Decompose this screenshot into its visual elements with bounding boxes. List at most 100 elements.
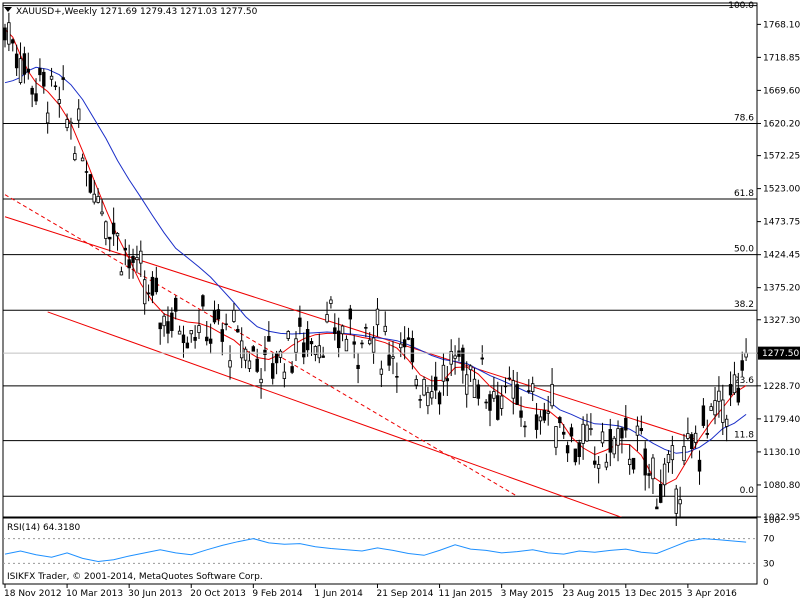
fib-level-label: 0.0: [740, 486, 755, 496]
candle-body: [740, 360, 744, 371]
candle-body: [631, 457, 636, 470]
candle-body: [430, 391, 434, 399]
candle-body: [174, 297, 178, 312]
candle-body: [596, 464, 601, 469]
candle-body: [371, 337, 376, 353]
candle-body: [185, 342, 190, 349]
fib-level-label: 38.2: [734, 300, 754, 310]
time-tick-label: 1 Jun 2014: [314, 589, 363, 599]
chart-canvas: 100.0 78.6 61.8 50.0 38.2 23.6 11.8 0.0 XAUUSD+…: [0, 0, 800, 600]
candle-body: [457, 350, 461, 357]
candle-body: [736, 387, 741, 403]
candle-body: [181, 334, 186, 344]
fib-level-label: 23.6: [734, 376, 754, 386]
candle-body: [468, 365, 473, 371]
time-tick-label: 3 Apr 2016: [687, 589, 737, 599]
candle-body: [550, 383, 554, 407]
candle-body: [651, 457, 655, 480]
candle-body: [515, 384, 519, 405]
candle-body: [208, 338, 213, 344]
candle-body: [251, 346, 256, 352]
candle-body: [577, 442, 581, 458]
candle-body: [496, 395, 500, 420]
candle-body: [732, 374, 737, 394]
candle-body: [670, 445, 675, 461]
candle-body: [290, 366, 294, 373]
candle-body: [399, 343, 403, 349]
candle-body: [368, 339, 372, 345]
candle-body: [3, 27, 7, 41]
candle-body: [624, 417, 628, 431]
candle-body: [317, 345, 321, 359]
time-tick-label: 18 Nov 2012: [4, 589, 62, 599]
candle-body: [674, 488, 678, 514]
candle-body: [507, 377, 512, 380]
candle-body: [139, 250, 143, 264]
candle-body: [406, 337, 411, 340]
candle-body: [263, 349, 267, 355]
price-tick-label: 1179.40: [763, 415, 800, 425]
candle-body: [554, 426, 558, 448]
candle-body: [45, 112, 50, 124]
candle-body: [336, 330, 341, 349]
candle-body: [88, 174, 93, 193]
candle-body: [585, 424, 589, 442]
candle-body: [135, 257, 139, 261]
candle-body: [721, 399, 725, 423]
candle-body: [562, 431, 566, 435]
candle-body: [600, 431, 605, 444]
candle-body: [530, 383, 535, 392]
candle-body: [189, 330, 193, 335]
candle-body: [480, 357, 484, 360]
price-tick-label: 1473.75: [763, 218, 800, 228]
candle-body: [395, 376, 399, 378]
candle-body: [503, 385, 508, 388]
candle-body: [329, 299, 333, 304]
candle-body: [236, 328, 240, 333]
candle-body: [96, 195, 100, 203]
candle-body: [565, 445, 570, 454]
time-tick-label: 9 Feb 2014: [252, 589, 303, 599]
candle-body: [239, 340, 244, 359]
candle-body: [701, 405, 706, 426]
price-tick-label: 1080.80: [763, 481, 800, 491]
candle-body: [558, 417, 562, 424]
candle-body: [422, 379, 426, 396]
price-tick-label: 1523.00: [763, 185, 800, 195]
candle-body: [333, 327, 337, 334]
candle-body: [224, 323, 228, 326]
fib-level-label: 100.0: [728, 1, 754, 11]
candle-body: [356, 364, 360, 369]
candle-body: [391, 356, 395, 359]
candle-body: [325, 314, 329, 323]
candle-body: [616, 428, 620, 446]
candle-body: [352, 341, 356, 345]
candle-body: [461, 347, 465, 371]
price-tick-label: 1768.10: [763, 20, 800, 30]
price-tick-label: 1130.10: [763, 448, 800, 458]
candle-body: [499, 395, 504, 409]
candle-body: [271, 363, 275, 379]
candle-body: [197, 325, 201, 333]
candle-body: [433, 376, 438, 391]
candle-body: [34, 93, 38, 102]
candle-body: [717, 390, 721, 402]
candle-body: [123, 247, 127, 251]
candle-body: [542, 409, 547, 421]
candle-body: [193, 336, 197, 341]
rsi-tick-label: 30: [763, 559, 775, 569]
candle-body: [77, 108, 81, 121]
candle-body: [627, 458, 632, 466]
candle-body: [108, 236, 112, 240]
candle-body: [302, 342, 306, 358]
candle-body: [573, 448, 578, 463]
candle-body: [158, 322, 162, 330]
candle-body: [686, 433, 690, 439]
candle-body: [724, 418, 729, 427]
candle-body: [53, 85, 58, 88]
candle-body: [426, 392, 430, 407]
time-tick-label: 13 Dec 2015: [625, 589, 683, 599]
candle-body: [593, 460, 597, 465]
candle-body: [538, 416, 543, 422]
candle-body: [655, 506, 659, 510]
